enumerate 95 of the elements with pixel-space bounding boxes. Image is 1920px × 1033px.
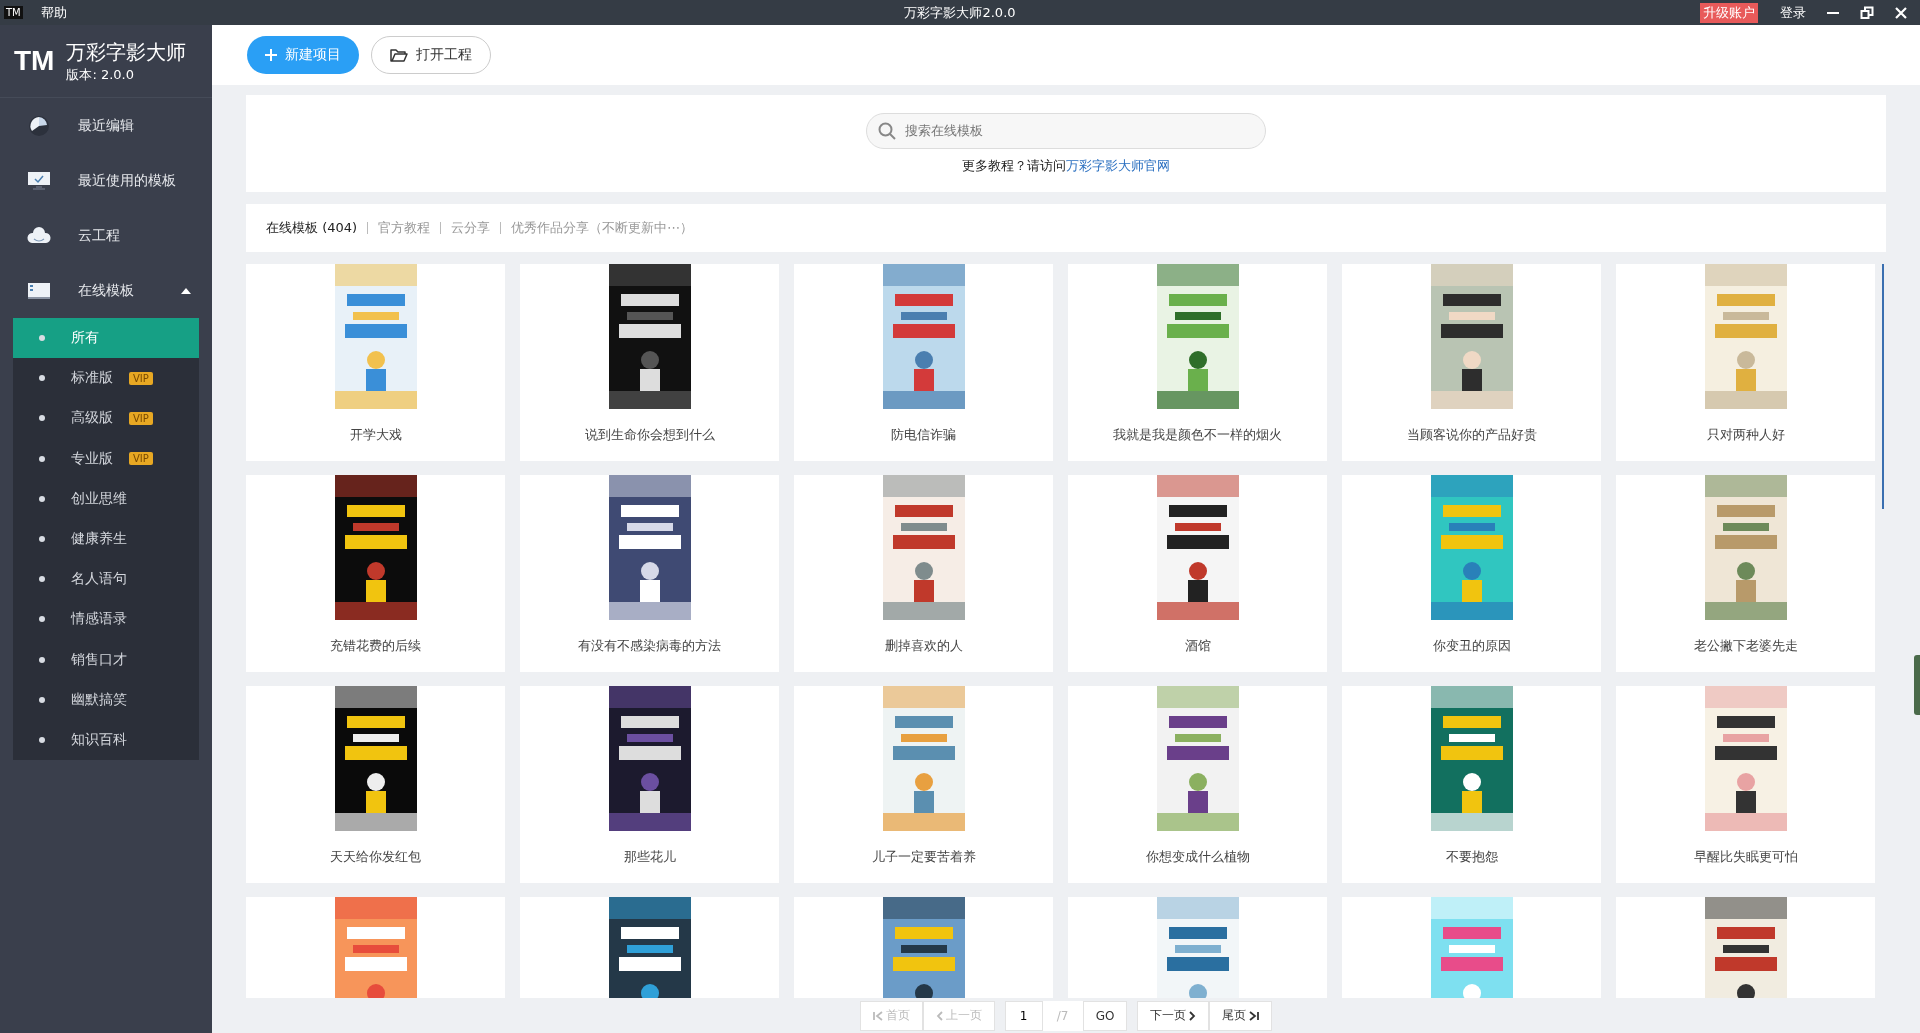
template-title: 当顾客说你的产品好贵 — [1406, 426, 1537, 444]
brand-logo: TM — [14, 45, 55, 77]
template-title: 儿子一定要苦着养 — [871, 848, 976, 866]
restore-icon[interactable] — [1860, 5, 1874, 20]
vip-badge: VIP — [129, 411, 153, 425]
nav-item[interactable]: 在线模板 — [0, 263, 212, 318]
template-title: 删掉喜欢的人 — [884, 637, 963, 655]
template-card[interactable]: 当顾客说你的产品好贵 — [1342, 264, 1601, 461]
bullet-icon — [39, 576, 45, 583]
template-title: 开学大戏 — [349, 426, 402, 444]
category-item[interactable]: 标准版 VIP — [13, 358, 199, 399]
window-title: 万彩字影大师2.0.0 — [904, 3, 1016, 22]
template-title: 那些花儿 — [623, 848, 676, 866]
template-title: 充错花费的后续 — [330, 637, 421, 655]
category-item[interactable]: 销售口才 — [13, 639, 199, 680]
template-title: 说到生命你会想到什么 — [584, 426, 715, 444]
template-title: 酒馆 — [1184, 637, 1211, 655]
cloud-icon — [27, 226, 51, 245]
last-page-button[interactable]: 尾页 — [1209, 1000, 1273, 1031]
bullet-icon — [39, 495, 45, 502]
bullet-icon — [39, 335, 45, 342]
bullet-icon — [39, 455, 45, 462]
template-card[interactable]: 你变丑的原因 — [1342, 475, 1601, 672]
nav-item[interactable]: 云工程 — [0, 208, 212, 263]
nav-item[interactable]: 最近使用的模板 — [0, 153, 212, 208]
template-title: 防电信诈骗 — [891, 426, 956, 444]
category-item[interactable]: 创业思维 — [13, 478, 199, 519]
template-card[interactable]: 我就是我是颜色不一样的烟火 — [1068, 264, 1327, 461]
login-link[interactable]: 登录 — [1780, 3, 1806, 22]
template-card[interactable]: 防电信诈骗 — [794, 264, 1053, 461]
template-card[interactable]: 只对两种人好 — [1616, 264, 1875, 461]
monitor-icon — [27, 170, 51, 191]
template-title: 早醒比失眠更可怕 — [1693, 848, 1798, 866]
category-item[interactable]: 情感语录 — [13, 599, 199, 640]
plus-icon — [265, 49, 277, 61]
category-item[interactable]: 幽默搞笑 — [13, 679, 199, 720]
tab[interactable]: 在线模板 (404) — [266, 222, 368, 234]
category-item[interactable]: 高级版 VIP — [13, 398, 199, 439]
app-logo: TM — [4, 6, 23, 19]
version-label: 版本: 2.0.0 — [66, 65, 136, 84]
template-title: 天天给你发红包 — [330, 848, 421, 866]
page-input[interactable]: 1 — [1004, 1000, 1043, 1031]
page-total: /7 — [1055, 1007, 1070, 1025]
menu-item[interactable]: 帮助 — [40, 3, 67, 22]
template-card[interactable]: 开学大戏 — [246, 264, 505, 461]
bullet-icon — [39, 656, 45, 663]
bullet-icon — [39, 736, 45, 743]
template-card[interactable]: 删掉喜欢的人 — [794, 475, 1053, 672]
category-item[interactable]: 知识百科 — [13, 719, 199, 761]
go-button[interactable]: GO — [1082, 1000, 1128, 1031]
chevron-left-icon — [935, 1010, 943, 1021]
template-card[interactable]: 有没有不感染病毒的方法 — [520, 475, 779, 672]
open-project-button[interactable]: 打开工程 — [371, 36, 491, 74]
template-card[interactable]: 早醒比失眠更可怕 — [1616, 686, 1875, 883]
category-item[interactable]: 名人语句 — [13, 559, 199, 600]
vip-badge: VIP — [129, 452, 153, 466]
template-card[interactable]: 天天给你发红包 — [246, 686, 505, 883]
template-card[interactable]: 儿子一定要苦着养 — [794, 686, 1053, 883]
next-page-button[interactable]: 下一页 — [1137, 1000, 1210, 1031]
app-name: 万彩字影大师 — [66, 38, 187, 66]
bullet-icon — [39, 375, 45, 382]
list-panel-icon — [27, 281, 51, 300]
template-card[interactable]: 那些花儿 — [520, 686, 779, 883]
website-link[interactable]: 万彩字影大师官网 — [1066, 157, 1170, 173]
bullet-icon — [39, 616, 45, 623]
first-icon — [872, 1010, 883, 1021]
search-field[interactable]: 搜索在线模板 — [866, 112, 1266, 149]
search-icon — [878, 121, 896, 140]
vip-badge: VIP — [129, 371, 153, 385]
template-title: 只对两种人好 — [1706, 426, 1785, 444]
template-card[interactable]: 不要抱怨 — [1342, 686, 1601, 883]
folder-icon — [390, 47, 408, 63]
template-card[interactable]: 说到生命你会想到什么 — [520, 264, 779, 461]
template-card[interactable]: 老公撇下老婆先走 — [1616, 475, 1875, 672]
template-title: 你想变成什么植物 — [1145, 848, 1250, 866]
template-title: 有没有不感染病毒的方法 — [578, 637, 721, 655]
template-title: 老公撇下老婆先走 — [1693, 637, 1798, 655]
template-card[interactable]: 你想变成什么植物 — [1068, 686, 1327, 883]
chevron-right-icon — [1189, 1010, 1197, 1021]
bullet-icon — [39, 696, 45, 703]
scroll-handle[interactable] — [1914, 655, 1920, 715]
bullet-icon — [39, 536, 45, 543]
nav-item[interactable]: 最近编辑 — [0, 98, 212, 153]
category-item[interactable]: 健康养生 — [13, 518, 199, 560]
bullet-icon — [39, 415, 45, 422]
template-card[interactable]: 酒馆 — [1068, 475, 1327, 672]
template-card[interactable]: 充错花费的后续 — [246, 475, 505, 672]
tutorial-hint: 更多教程？请访问万彩字影大师官网 — [962, 156, 1170, 175]
last-icon — [1249, 1010, 1260, 1021]
pie-chart-icon — [28, 114, 50, 137]
template-title: 不要抱怨 — [1445, 848, 1498, 866]
template-title: 我就是我是颜色不一样的烟火 — [1113, 426, 1282, 444]
close-icon[interactable] — [1894, 5, 1908, 20]
template-title: 你变丑的原因 — [1432, 637, 1511, 655]
category-item[interactable]: 专业版 VIP — [13, 438, 199, 479]
